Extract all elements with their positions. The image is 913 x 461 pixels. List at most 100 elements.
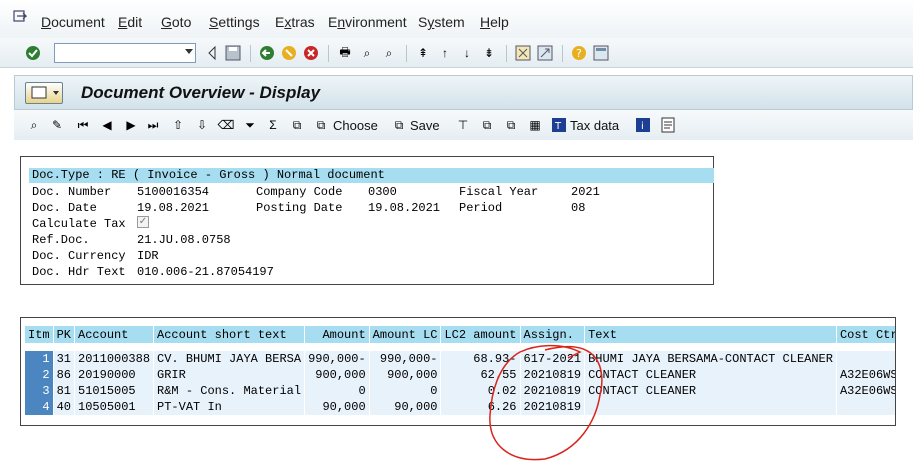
item-number[interactable]: 4 xyxy=(25,399,54,415)
fiscal-year-value: 2021 xyxy=(571,185,600,199)
previous-item-icon[interactable]: ◀ xyxy=(98,116,116,134)
amount-lc: 0 xyxy=(369,383,442,399)
layout-menu-icon[interactable] xyxy=(592,44,610,62)
print-icon[interactable]: 🖶 xyxy=(336,44,354,62)
column-header-amount[interactable]: Amount xyxy=(304,326,370,343)
export-icon[interactable]: ⧉ xyxy=(478,116,496,134)
menu-settings[interactable]: Settings xyxy=(209,14,260,30)
column-header-pk[interactable]: PK xyxy=(53,326,76,343)
document-icon[interactable] xyxy=(659,116,677,134)
menu-goto[interactable]: Goto xyxy=(161,14,191,30)
table-header-row: Itm PK Account Account short text Amount… xyxy=(25,326,895,343)
column-header-itm[interactable]: Itm xyxy=(25,326,54,343)
posting-key: 86 xyxy=(53,367,76,383)
page-title: Document Overview - Display xyxy=(81,83,321,102)
next-page-icon[interactable]: ↓ xyxy=(458,44,476,62)
choose-icon[interactable]: ⧉ xyxy=(312,116,330,134)
menu-document[interactable]: Document xyxy=(41,14,105,30)
column-header-amount-lc[interactable]: Amount LC xyxy=(369,326,442,343)
posting-key: 31 xyxy=(53,351,76,367)
enter-check-icon[interactable] xyxy=(24,44,42,62)
lc2-amount: 6.26 xyxy=(440,399,521,415)
item-number[interactable]: 3 xyxy=(25,383,54,399)
menu-toggle-button[interactable] xyxy=(25,82,63,104)
save-disk-icon[interactable] xyxy=(224,44,242,62)
document-header-panel: Doc.Type : RE ( Invoice - Gross ) Normal… xyxy=(20,156,714,285)
last-page-icon[interactable]: ⇟ xyxy=(480,44,498,62)
info-icon[interactable]: i xyxy=(634,116,652,134)
calculate-tax-label: Calculate Tax xyxy=(32,217,126,231)
line-items-table: Itm PK Account Account short text Amount… xyxy=(25,326,895,415)
item-number[interactable]: 2 xyxy=(25,367,54,383)
send-icon[interactable]: ⧉ xyxy=(502,116,520,134)
shortcut-icon[interactable] xyxy=(536,44,554,62)
save-button[interactable]: Save xyxy=(410,118,440,133)
subtotal-icon[interactable]: ⧉ xyxy=(288,116,306,134)
choose-button[interactable]: Choose xyxy=(333,118,378,133)
toolbar-separator xyxy=(506,45,507,62)
account-short-text: R&M - Cons. Material xyxy=(153,383,306,399)
column-header-cost-center[interactable]: Cost Ctr xyxy=(836,326,895,343)
previous-page-icon[interactable]: ↑ xyxy=(436,44,454,62)
column-header-lc2-amount[interactable]: LC2 amount xyxy=(440,326,521,343)
sort-descending-icon[interactable]: ⇩ xyxy=(193,116,211,134)
last-item-icon[interactable]: ⏭ xyxy=(144,116,162,134)
amount: 900,000 xyxy=(304,367,370,383)
menu-environment[interactable]: Environment xyxy=(328,14,407,30)
collapse-left-icon[interactable] xyxy=(203,44,221,62)
line-items-panel: Itm PK Account Account short text Amount… xyxy=(20,317,896,426)
calculator-icon[interactable]: ▦ xyxy=(526,116,544,134)
doc-number-label: Doc. Number xyxy=(32,185,112,199)
tax-data-icon[interactable]: T xyxy=(550,116,568,134)
table-row[interactable]: 1 31 2011000388 CV. BHUMI JAYA BERSA 990… xyxy=(25,351,895,367)
table-row[interactable]: 2 86 20190000 GRIR 900,000 900,000 62.55… xyxy=(25,367,895,383)
tax-data-button[interactable]: Tax data xyxy=(570,118,619,133)
item-number[interactable]: 1 xyxy=(25,351,54,367)
cancel-icon[interactable] xyxy=(302,44,320,62)
filter-icon[interactable]: ⏷ xyxy=(241,116,259,134)
amount: 990,000- xyxy=(304,351,370,367)
posting-key: 40 xyxy=(53,399,76,415)
doc-date-value: 19.08.2021 xyxy=(137,201,210,215)
menu-bar: Document Edit Goto Settings Extras Envir… xyxy=(0,0,913,38)
doc-date-label: Doc. Date xyxy=(32,201,97,215)
period-value: 08 xyxy=(571,201,586,215)
currency-value: IDR xyxy=(137,249,159,263)
back-icon[interactable] xyxy=(258,44,276,62)
next-item-icon[interactable]: ▶ xyxy=(122,116,140,134)
ref-doc-value: 21.JU.08.0758 xyxy=(137,233,231,247)
doc-type-line: Doc.Type : RE ( Invoice - Gross ) Normal… xyxy=(29,168,714,183)
command-field[interactable] xyxy=(54,43,196,63)
cost-center: A32E06WSHP xyxy=(836,383,895,399)
menu-edit[interactable]: Edit xyxy=(118,14,142,30)
first-item-icon[interactable]: ⏮ xyxy=(74,116,92,134)
help-icon[interactable]: ? xyxy=(570,44,588,62)
column-header-assignment[interactable]: Assign. xyxy=(520,326,586,343)
delete-filter-icon[interactable]: ⌫ xyxy=(217,116,235,134)
column-header-text[interactable]: Text xyxy=(584,326,837,343)
exit-icon[interactable] xyxy=(280,44,298,62)
menu-system[interactable]: System xyxy=(418,14,465,30)
sum-icon[interactable]: Σ xyxy=(264,116,282,134)
find-icon[interactable]: ⌕ xyxy=(358,44,376,62)
save-layout-icon[interactable]: ⧉ xyxy=(390,116,408,134)
chevron-down-icon[interactable] xyxy=(185,49,193,54)
menu-extras[interactable]: Extras xyxy=(275,14,315,30)
sort-ascending-icon[interactable]: ⇧ xyxy=(169,116,187,134)
first-page-icon[interactable]: ⇞ xyxy=(414,44,432,62)
display-detail-icon[interactable]: ⌕ xyxy=(25,116,43,134)
column-header-account[interactable]: Account xyxy=(74,326,155,343)
select-layout-icon[interactable]: ⊤ xyxy=(454,116,472,134)
menu-help[interactable]: Help xyxy=(480,14,509,30)
sap-menu-icon[interactable] xyxy=(13,10,27,24)
table-row[interactable]: 3 81 51015005 R&M - Cons. Material 0 0 0… xyxy=(25,383,895,399)
company-code-label: Company Code xyxy=(256,185,343,199)
table-row[interactable]: 4 40 10505001 PT-VAT In 90,000 90,000 6.… xyxy=(25,399,895,415)
edit-pencil-icon[interactable]: ✎ xyxy=(48,116,66,134)
new-session-icon[interactable] xyxy=(514,44,532,62)
account-short-text: CV. BHUMI JAYA BERSA xyxy=(153,351,306,367)
amount: 90,000 xyxy=(304,399,370,415)
find-next-icon[interactable]: ⌕ xyxy=(380,44,398,62)
item-text: CONTACT CLEANER xyxy=(584,367,837,383)
column-header-account-short-text[interactable]: Account short text xyxy=(153,326,306,343)
